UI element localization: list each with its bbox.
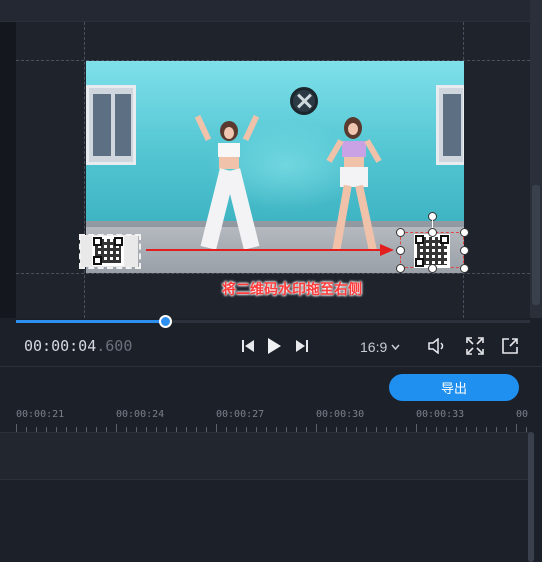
resize-handle-bottom-left[interactable] xyxy=(396,264,405,273)
leg xyxy=(332,184,352,252)
resize-handle-top-right[interactable] xyxy=(460,228,469,237)
qr-watermark-ghost-outline xyxy=(79,234,141,269)
fullscreen-button[interactable] xyxy=(464,334,486,358)
ruler-tick-label: 00:00:24 xyxy=(116,409,165,420)
playback-progress-bar[interactable] xyxy=(16,315,530,328)
progress-fill xyxy=(16,320,166,323)
volume-button[interactable] xyxy=(426,334,448,358)
skip-next-button[interactable] xyxy=(292,334,312,358)
fullscreen-icon xyxy=(466,337,484,355)
leg xyxy=(355,184,377,252)
safe-area-guide xyxy=(16,273,530,274)
qr-finder xyxy=(440,235,449,244)
ruler-tick-label: 00:00:33 xyxy=(416,409,465,420)
timeline-track[interactable] xyxy=(0,481,530,562)
resize-handle-right[interactable] xyxy=(460,246,469,255)
resize-handle-left[interactable] xyxy=(396,246,405,255)
aspect-ratio-dropdown[interactable]: 16:9 xyxy=(360,337,400,357)
ruler-tick-label: 00:00:27 xyxy=(216,409,265,420)
skip-previous-button[interactable] xyxy=(238,334,258,358)
face xyxy=(348,123,358,135)
top xyxy=(342,141,366,157)
skip-previous-icon xyxy=(242,340,254,352)
arm xyxy=(194,114,212,142)
qr-finder xyxy=(415,258,424,267)
face xyxy=(224,127,234,139)
timecode-main: 00:00:04 xyxy=(24,337,97,355)
ruler-tick-label: 00 xyxy=(516,409,529,420)
resize-handle-top-left[interactable] xyxy=(396,228,405,237)
scene-window xyxy=(436,85,464,165)
pants-leg xyxy=(224,168,260,250)
progress-knob[interactable] xyxy=(159,315,173,328)
popout-button[interactable] xyxy=(500,334,520,358)
wall-fan xyxy=(290,87,318,115)
top-bar xyxy=(0,0,542,22)
drag-arrow-head xyxy=(380,244,394,256)
play-button[interactable] xyxy=(263,334,285,358)
top xyxy=(218,143,240,157)
ruler-tick-label: 00:00:21 xyxy=(16,409,65,420)
left-panel-edge xyxy=(0,22,16,318)
ruler-tick xyxy=(216,424,217,432)
qr-code-right[interactable] xyxy=(414,234,450,268)
waist xyxy=(219,157,239,169)
volume-icon xyxy=(428,338,444,354)
scrollbar-thumb[interactable] xyxy=(532,185,540,305)
arm xyxy=(364,139,382,163)
chevron-down-icon xyxy=(391,344,400,350)
skip-next-icon xyxy=(296,340,308,352)
instruction-caption: 将二维码水印拖至右侧 xyxy=(222,281,362,297)
resize-handle-bottom[interactable] xyxy=(428,264,437,273)
resize-handle-bottom-right[interactable] xyxy=(460,264,469,273)
window-pane xyxy=(443,94,461,156)
ruler-tick xyxy=(416,424,417,432)
dancer-left xyxy=(186,113,276,263)
export-button[interactable]: 导出 xyxy=(389,374,519,401)
popout-icon xyxy=(502,338,518,354)
waist xyxy=(344,157,364,167)
ruler-tick xyxy=(316,424,317,432)
video-editor-window: 将二维码水印拖至右侧 00:00:04.600 16:9 导出 00:00:21… xyxy=(0,0,542,562)
timecode-milliseconds: .600 xyxy=(96,337,133,355)
timeline-scrollbar[interactable] xyxy=(528,432,534,562)
drag-arrow-line xyxy=(146,249,382,251)
preview-scrollbar[interactable] xyxy=(530,0,542,318)
play-icon xyxy=(268,338,281,354)
timecode: 00:00:04.600 xyxy=(24,337,132,357)
aspect-ratio-value: 16:9 xyxy=(360,339,388,355)
resize-handle-top[interactable] xyxy=(428,228,437,237)
timeline-track[interactable] xyxy=(0,432,530,480)
timeline-ruler[interactable]: 00:00:21 00:00:24 00:00:27 00:00:30 00:00:33… xyxy=(0,404,542,432)
ruler-tick xyxy=(516,424,517,432)
ruler-tick xyxy=(16,424,17,432)
qr-finder xyxy=(415,235,424,244)
window-pane xyxy=(115,94,131,156)
ruler-tick xyxy=(116,424,117,432)
dancer-right xyxy=(318,111,398,261)
window-pane xyxy=(93,94,111,156)
panel-divider xyxy=(0,366,542,367)
scene-window xyxy=(86,85,136,165)
ruler-tick-label: 00:00:30 xyxy=(316,409,365,420)
arm xyxy=(242,114,260,142)
